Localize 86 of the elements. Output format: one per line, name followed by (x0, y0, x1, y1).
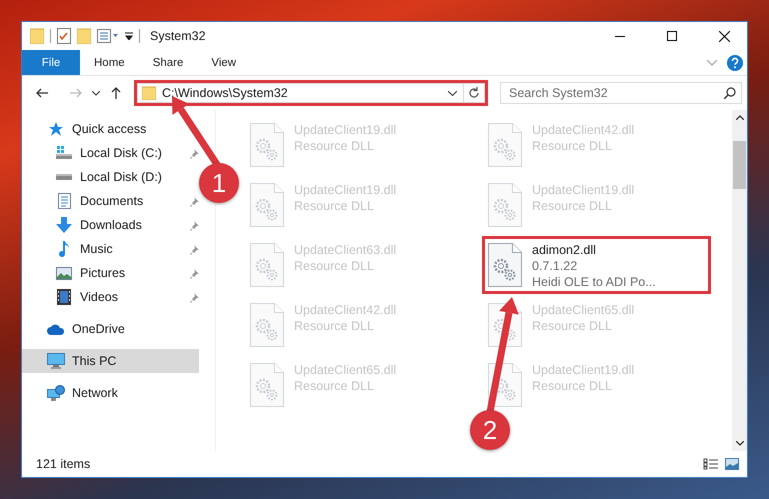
file-name: UpdateClient65.dll (294, 363, 396, 377)
chevron-down-icon[interactable] (448, 90, 457, 96)
settings-file-icon (488, 363, 522, 407)
drive-icon (56, 146, 72, 160)
navigation-item[interactable]: Music (22, 237, 199, 261)
up-arrow-icon[interactable] (111, 87, 121, 99)
dropdown-icon[interactable] (125, 32, 133, 40)
item-count: 121 items (36, 457, 92, 471)
ribbon-tab[interactable]: View (197, 50, 250, 75)
star-icon (48, 121, 64, 137)
file-name: UpdateClient65.dll (532, 303, 634, 317)
navigation-item[interactable]: Local Disk (C:) (22, 141, 199, 165)
file-detail: Resource DLL (294, 379, 375, 393)
settings-file-icon (250, 303, 284, 347)
cloud-icon (47, 324, 65, 334)
window-title: System32 (150, 29, 207, 43)
settings-file-icon (250, 363, 284, 407)
pin-icon (190, 293, 199, 303)
file-detail: Resource DLL (294, 139, 375, 153)
properties-icon[interactable] (97, 29, 119, 43)
navigation-item[interactable]: Downloads (22, 213, 199, 237)
scroll-thumb[interactable] (733, 141, 746, 189)
navigation-item[interactable]: OneDrive (22, 317, 199, 341)
scroll-up-icon[interactable] (736, 115, 744, 120)
file-detail: Resource DLL (532, 379, 613, 393)
navigation-item[interactable]: Quick access (22, 117, 199, 141)
folder-icon (142, 86, 156, 100)
file-name: UpdateClient42.dll (294, 303, 396, 317)
picture-icon (56, 266, 72, 280)
settings-file-icon (250, 243, 284, 287)
file-detail: Resource DLL (294, 199, 375, 213)
network-icon (47, 385, 65, 401)
ribbon-tab[interactable]: Share (138, 50, 198, 75)
file-name: UpdateClient63.dll (294, 243, 396, 257)
pin-icon (190, 221, 199, 231)
settings-file-icon (488, 183, 522, 227)
drive-icon (56, 174, 72, 180)
file-name: UpdateClient19.dll (294, 123, 396, 137)
document-icon (58, 193, 70, 209)
navigation-item[interactable]: Pictures (22, 261, 199, 285)
refresh-button[interactable] (463, 83, 485, 103)
file-name: adimon2.dll (532, 243, 597, 257)
ribbon-tab[interactable]: Home (80, 50, 139, 75)
settings-file-icon (250, 183, 284, 227)
file-detail: Resource DLL (294, 259, 375, 273)
scroll-down-icon[interactable] (736, 441, 744, 446)
scrollbar[interactable] (732, 110, 747, 451)
music-note-icon (58, 241, 70, 257)
film-icon (57, 289, 71, 305)
checklist-icon[interactable] (57, 28, 71, 44)
file-detail: Resource DLL (532, 319, 613, 333)
pin-icon (190, 269, 199, 279)
navigation-item[interactable]: Documents (22, 189, 199, 213)
folder-icon (30, 28, 44, 44)
chevron-down-icon[interactable] (92, 90, 100, 96)
navigation-item[interactable]: Local Disk (D:) (22, 165, 199, 189)
close-icon[interactable] (718, 30, 730, 42)
file-name: UpdateClient19.dll (294, 183, 396, 197)
settings-file-icon (488, 123, 522, 167)
file-detail: Resource DLL (532, 199, 613, 213)
pin-icon (190, 245, 199, 255)
file-name: UpdateClient42.dll (532, 123, 634, 137)
monitor-icon (47, 353, 65, 369)
file-item[interactable]: adimon2.dll 0.7.1.22 Heidi OLE to ADI Po... (482, 236, 711, 294)
file-name: UpdateClient19.dll (532, 183, 634, 197)
file-detail: 0.7.1.22 (532, 259, 578, 273)
back-arrow-icon[interactable] (36, 88, 48, 98)
file-detail: Resource DLL (532, 139, 613, 153)
navigation-item[interactable]: Network (22, 381, 199, 405)
pin-icon (190, 197, 199, 207)
details-view-icon[interactable] (703, 458, 719, 470)
refresh-icon[interactable] (468, 87, 480, 99)
down-arrow-icon (56, 217, 72, 233)
maximize-icon[interactable] (667, 31, 677, 41)
settings-file-icon (488, 243, 522, 287)
pin-icon (190, 149, 199, 159)
navigation-item[interactable]: Videos (22, 285, 199, 309)
help-icon[interactable] (727, 54, 743, 70)
file-detail: Heidi OLE to ADI Po... (532, 275, 656, 289)
address-bar[interactable]: C:\Windows\System32 (134, 80, 488, 106)
file-detail: Resource DLL (294, 319, 375, 333)
large-icons-view-icon[interactable] (725, 458, 739, 470)
settings-file-icon (250, 123, 284, 167)
file-name: UpdateClient19.dll (532, 363, 634, 377)
address-path: C:\Windows\System32 (162, 86, 289, 100)
navigation-item[interactable]: This PC (22, 349, 199, 373)
